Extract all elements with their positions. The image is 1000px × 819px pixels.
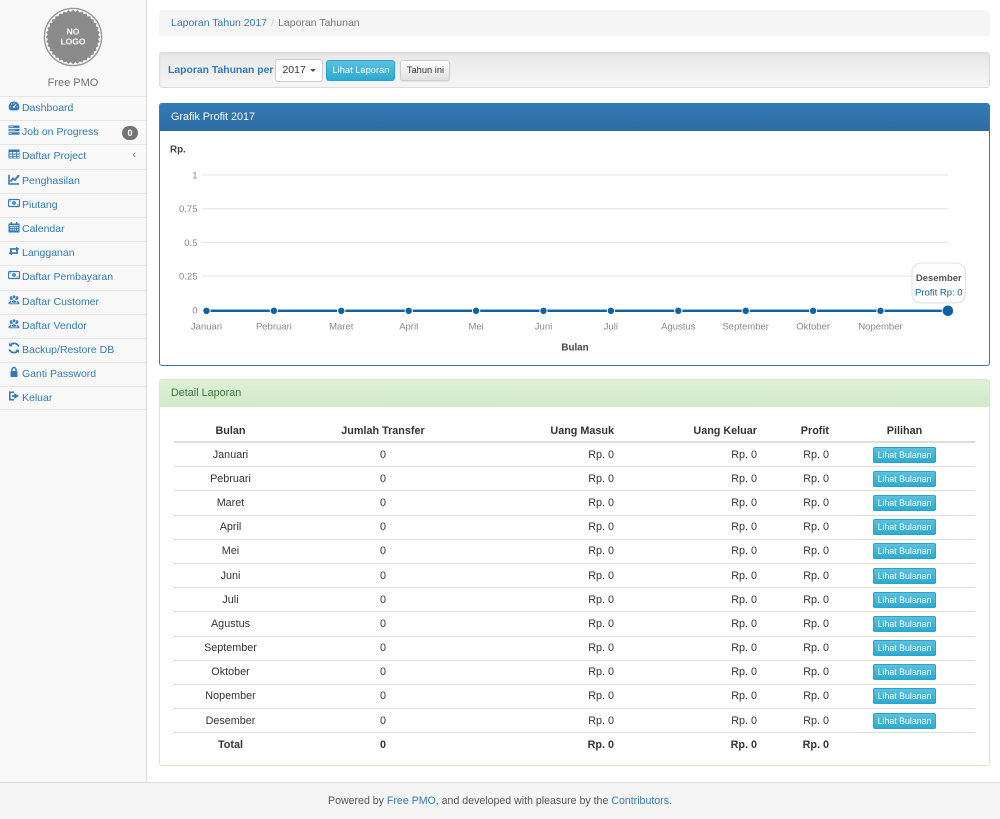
svg-text:0.75: 0.75 [179, 204, 198, 215]
svg-text:Mei: Mei [468, 322, 483, 333]
svg-text:Nopember: Nopember [858, 322, 902, 333]
svg-text:0.25: 0.25 [179, 272, 198, 283]
svg-text:September: September [722, 322, 768, 333]
svg-text:0.5: 0.5 [184, 238, 197, 249]
svg-text:Januari: Januari [191, 322, 222, 333]
svg-text:Bulan: Bulan [561, 343, 588, 354]
svg-text:Juni: Juni [535, 322, 552, 333]
svg-text:LOGO: LOGO [60, 37, 85, 47]
svg-text:Rp.: Rp. [170, 145, 186, 156]
svg-text:0: 0 [192, 305, 197, 316]
svg-text:Desember: Desember [916, 273, 962, 284]
svg-text:April: April [399, 322, 418, 333]
svg-text:Maret: Maret [329, 322, 354, 333]
svg-text:Profit Rp: 0: Profit Rp: 0 [915, 288, 963, 299]
svg-text:NO: NO [67, 27, 80, 37]
svg-text:1: 1 [192, 171, 197, 182]
svg-text:Pebruari: Pebruari [256, 322, 292, 333]
svg-text:Oktober: Oktober [796, 322, 830, 333]
svg-text:Juli: Juli [604, 322, 618, 333]
svg-text:Agustus: Agustus [661, 322, 696, 333]
